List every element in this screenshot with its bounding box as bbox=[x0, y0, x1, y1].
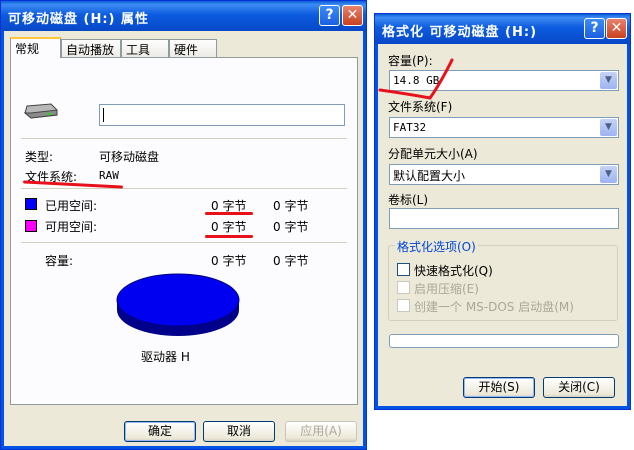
used-space-label: 已用空间: bbox=[45, 199, 98, 213]
separator-2 bbox=[21, 188, 347, 190]
capacity-label: 容量: bbox=[45, 254, 74, 268]
close-dialog-button[interactable]: 关闭(C) bbox=[543, 377, 615, 398]
allocation-label: 分配单元大小(A) bbox=[388, 147, 478, 161]
red-underline-free bbox=[205, 235, 253, 238]
chevron-down-icon[interactable]: ▼ bbox=[600, 119, 617, 136]
filesystem-value: FAT32 bbox=[393, 121, 427, 134]
format-title: 格式化 可移动磁盘 (H:) bbox=[382, 25, 538, 40]
used-space-size: 0 字节 bbox=[273, 199, 309, 213]
separator-1 bbox=[21, 138, 347, 140]
format-help-button[interactable]: ? bbox=[584, 18, 605, 39]
general-panel: 类型: 可移动磁盘 文件系统: RAW 已用空间: 0 字节 0 字节 可用空间… bbox=[10, 57, 358, 405]
type-value: 可移动磁盘 bbox=[99, 150, 160, 164]
tab-autoplay[interactable]: 自动播放 bbox=[61, 39, 121, 57]
volume-label-input[interactable] bbox=[389, 208, 619, 229]
free-space-bytes: 0 字节 bbox=[211, 220, 247, 234]
free-space-size: 0 字节 bbox=[273, 220, 309, 234]
capacity-size: 0 字节 bbox=[273, 254, 309, 268]
chevron-down-icon[interactable]: ▼ bbox=[600, 72, 617, 89]
help-button[interactable]: ? bbox=[319, 5, 340, 26]
properties-titlebar[interactable]: 可移动磁盘 (H:) 属性 ? ✕ bbox=[1, 1, 366, 31]
type-label: 类型: bbox=[25, 150, 54, 164]
format-options-title: 格式化选项(O) bbox=[395, 238, 478, 255]
chevron-down-icon[interactable]: ▼ bbox=[600, 166, 617, 183]
quick-format-label: 快速格式化(Q) bbox=[414, 264, 493, 278]
filesystem-select[interactable]: FAT32 ▼ bbox=[389, 117, 619, 138]
ok-button[interactable]: 确定 bbox=[124, 421, 196, 442]
format-close-button[interactable]: ✕ bbox=[606, 18, 627, 39]
compression-label: 启用压缩(E) bbox=[414, 282, 479, 296]
free-space-label: 可用空间: bbox=[45, 220, 98, 234]
volume-label: 卷标(L) bbox=[388, 193, 429, 207]
free-space-swatch bbox=[25, 220, 37, 232]
drive-label: 驱动器 H bbox=[141, 350, 190, 364]
cancel-button[interactable]: 取消 bbox=[203, 421, 275, 442]
tab-tools[interactable]: 工具 bbox=[121, 39, 169, 57]
format-progress-bar bbox=[389, 334, 619, 348]
properties-title: 可移动磁盘 (H:) 属性 bbox=[8, 12, 150, 27]
red-check-annotation bbox=[378, 58, 454, 100]
used-space-swatch bbox=[25, 198, 37, 210]
tab-hardware[interactable]: 硬件 bbox=[169, 39, 217, 57]
red-underline-used bbox=[205, 212, 253, 215]
capacity-bytes: 0 字节 bbox=[211, 254, 247, 268]
separator-3 bbox=[21, 242, 347, 244]
compression-checkbox bbox=[397, 281, 410, 294]
close-button[interactable]: ✕ bbox=[342, 5, 363, 26]
allocation-value: 默认配置大小 bbox=[393, 169, 466, 183]
properties-client: 常规 自动播放 工具 硬件 类型: 可移动磁盘 文件系统: RAW 已用空间: … bbox=[4, 31, 363, 446]
tab-general[interactable]: 常规 bbox=[10, 37, 61, 58]
format-window: 格式化 可移动磁盘 (H:) ? ✕ 容量(P): 14.8 GB ▼ 文件系统… bbox=[374, 13, 631, 410]
filesystem-value: RAW bbox=[99, 169, 119, 182]
allocation-select[interactable]: 默认配置大小 ▼ bbox=[389, 164, 619, 185]
msdos-boot-checkbox bbox=[397, 299, 410, 312]
volume-name-input[interactable] bbox=[99, 104, 345, 126]
apply-button: 应用(A) bbox=[285, 421, 357, 442]
start-button[interactable]: 开始(S) bbox=[463, 377, 535, 398]
properties-window: 可移动磁盘 (H:) 属性 ? ✕ 常规 自动播放 工具 硬件 类型: 可移动磁… bbox=[0, 0, 367, 450]
format-client: 容量(P): 14.8 GB ▼ 文件系统(F) FAT32 ▼ 分配单元大小(… bbox=[378, 44, 627, 406]
msdos-boot-label: 创建一个 MS-DOS 启动盘(M) bbox=[414, 300, 574, 314]
removable-drive-icon bbox=[23, 103, 58, 119]
quick-format-checkbox[interactable] bbox=[397, 263, 410, 276]
usage-pie-chart bbox=[116, 273, 240, 336]
format-titlebar[interactable]: 格式化 可移动磁盘 (H:) ? ✕ bbox=[375, 14, 630, 44]
format-options-group: 格式化选项(O) 快速格式化(Q) 启用压缩(E) 创建一个 MS-DOS 启动… bbox=[388, 238, 618, 321]
